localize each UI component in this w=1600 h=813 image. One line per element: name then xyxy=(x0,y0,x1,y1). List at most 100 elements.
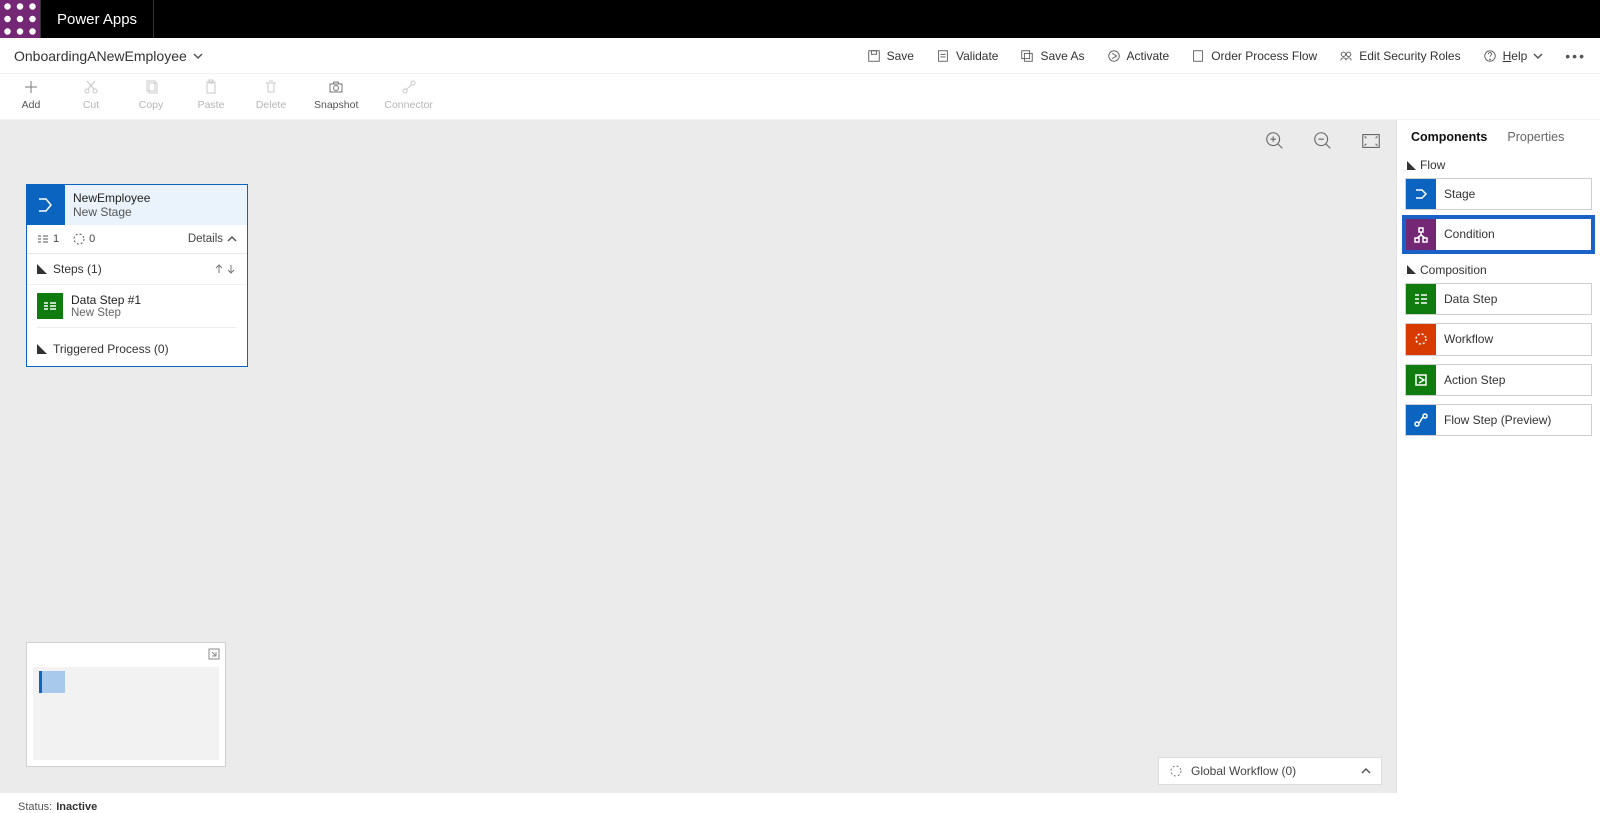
triggered-process-section[interactable]: Triggered Process (0) xyxy=(27,334,247,366)
main-area: NewEmployee New Stage 1 0 Details xyxy=(0,120,1600,793)
fit-to-screen-button[interactable] xyxy=(1360,130,1382,152)
save-button[interactable]: Save xyxy=(867,49,914,63)
step-title: Data Step #1 xyxy=(71,293,141,307)
stage-icon xyxy=(1406,179,1436,209)
flow-name-dropdown[interactable]: OnboardingANewEmployee xyxy=(14,48,203,64)
help-button[interactable]: Help xyxy=(1483,49,1544,63)
component-workflow-label: Workflow xyxy=(1436,324,1591,354)
chevron-down-icon xyxy=(193,51,203,61)
more-commands-button[interactable]: ••• xyxy=(1565,48,1586,64)
activate-button[interactable]: Activate xyxy=(1107,49,1170,63)
expand-icon xyxy=(37,264,47,274)
triggered-process-label: Triggered Process (0) xyxy=(53,342,169,356)
composition-section-header[interactable]: Composition xyxy=(1405,259,1592,283)
expand-icon xyxy=(37,344,47,354)
expand-icon xyxy=(1407,265,1416,274)
component-data-step[interactable]: Data Step xyxy=(1405,283,1592,315)
steps-section-label: Steps (1) xyxy=(53,262,102,276)
connector-label: Connector xyxy=(384,99,432,111)
order-icon xyxy=(1191,49,1205,63)
command-bar: OnboardingANewEmployee Save Validate Sav… xyxy=(0,38,1600,74)
validate-button[interactable]: Validate xyxy=(936,49,998,63)
tab-components[interactable]: Components xyxy=(1411,130,1487,144)
connector-button[interactable]: Connector xyxy=(384,79,432,111)
activate-icon xyxy=(1107,49,1121,63)
snapshot-button[interactable]: Snapshot xyxy=(314,79,358,111)
component-condition[interactable]: Condition xyxy=(1405,218,1592,250)
component-stage-label: Stage xyxy=(1436,179,1591,209)
save-icon xyxy=(867,49,881,63)
component-stage[interactable]: Stage xyxy=(1405,178,1592,210)
title-bar: Power Apps xyxy=(0,0,1600,38)
cut-icon xyxy=(83,79,99,95)
toolbar: Add Cut Copy Paste Delete Snapshot Conne… xyxy=(0,74,1600,120)
chevron-up-icon xyxy=(227,234,237,244)
stage-title: NewEmployee xyxy=(73,191,239,205)
component-condition-label: Condition xyxy=(1436,219,1591,249)
status-value: Inactive xyxy=(56,801,97,813)
delete-button[interactable]: Delete xyxy=(254,79,288,111)
condition-icon xyxy=(1406,219,1436,249)
data-step-icon xyxy=(37,293,63,319)
minimap[interactable] xyxy=(26,642,226,767)
copy-icon xyxy=(143,79,159,95)
validate-label: Validate xyxy=(956,49,998,63)
help-icon xyxy=(1483,49,1497,63)
copy-button[interactable]: Copy xyxy=(134,79,168,111)
reorder-steps-buttons[interactable] xyxy=(213,263,237,275)
composition-section-label: Composition xyxy=(1420,263,1487,277)
order-process-flow-button[interactable]: Order Process Flow xyxy=(1191,49,1317,63)
details-label: Details xyxy=(188,233,223,245)
cut-label: Cut xyxy=(83,99,99,111)
stage-steps-count: 1 xyxy=(37,233,59,245)
flow-step-icon xyxy=(1406,405,1436,435)
stage-card[interactable]: NewEmployee New Stage 1 0 Details xyxy=(26,184,248,367)
minimap-expand-icon[interactable] xyxy=(207,647,221,661)
cut-button[interactable]: Cut xyxy=(74,79,108,111)
checklist-icon xyxy=(936,49,950,63)
designer-canvas[interactable]: NewEmployee New Stage 1 0 Details xyxy=(0,120,1396,793)
status-label: Status: xyxy=(18,801,52,813)
global-workflow-bar[interactable]: Global Workflow (0) xyxy=(1158,757,1382,785)
tab-properties[interactable]: Properties xyxy=(1507,130,1564,144)
flow-section-header[interactable]: Flow xyxy=(1405,154,1592,178)
edit-security-roles-button[interactable]: Edit Security Roles xyxy=(1339,49,1460,63)
zoom-out-button[interactable] xyxy=(1312,130,1334,152)
chevron-up-icon xyxy=(1361,766,1371,776)
snapshot-label: Snapshot xyxy=(314,99,358,111)
details-toggle[interactable]: Details xyxy=(188,233,237,245)
paste-label: Paste xyxy=(198,99,225,111)
expand-icon xyxy=(1407,161,1416,170)
stage-subtitle: New Stage xyxy=(73,205,239,219)
add-label: Add xyxy=(22,99,41,111)
component-action-step[interactable]: Action Step xyxy=(1405,364,1592,396)
camera-icon xyxy=(328,79,344,95)
paste-button[interactable]: Paste xyxy=(194,79,228,111)
app-launcher-button[interactable] xyxy=(0,0,40,38)
app-name: Power Apps xyxy=(41,11,153,28)
connector-icon xyxy=(401,79,417,95)
stage-icon xyxy=(27,185,65,225)
save-as-icon xyxy=(1020,49,1034,63)
security-icon xyxy=(1339,49,1353,63)
security-label: Edit Security Roles xyxy=(1359,49,1460,63)
status-bar: Status: Inactive xyxy=(0,793,1600,813)
component-workflow[interactable]: Workflow xyxy=(1405,323,1592,355)
zoom-in-button[interactable] xyxy=(1264,130,1286,152)
flow-section-label: Flow xyxy=(1420,158,1445,172)
waffle-icon xyxy=(0,0,40,39)
delete-label: Delete xyxy=(256,99,286,111)
save-as-button[interactable]: Save As xyxy=(1020,49,1084,63)
component-data-step-label: Data Step xyxy=(1436,284,1591,314)
minimap-stage xyxy=(39,671,65,693)
data-step-item[interactable]: Data Step #1 New Step xyxy=(37,293,237,328)
activate-label: Activate xyxy=(1127,49,1170,63)
divider xyxy=(153,0,154,38)
minimap-viewport xyxy=(33,667,219,760)
component-flow-step[interactable]: Flow Step (Preview) xyxy=(1405,404,1592,436)
save-as-label: Save As xyxy=(1040,49,1084,63)
steps-section-header[interactable]: Steps (1) xyxy=(27,254,247,285)
component-flow-step-label: Flow Step (Preview) xyxy=(1436,405,1591,435)
flow-name-label: OnboardingANewEmployee xyxy=(14,48,187,64)
add-button[interactable]: Add xyxy=(14,79,48,111)
